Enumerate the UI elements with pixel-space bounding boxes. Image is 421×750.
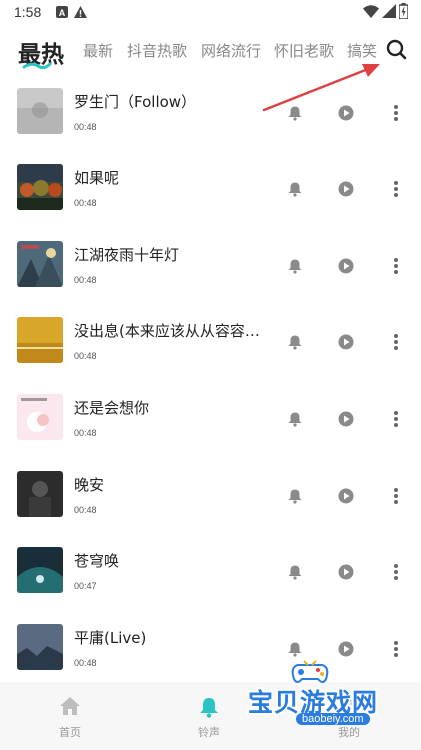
play-button[interactable] bbox=[335, 255, 357, 277]
more-options-icon bbox=[394, 564, 398, 580]
play-button[interactable] bbox=[335, 485, 357, 507]
app-notification-icon: A bbox=[56, 6, 68, 18]
status-bar: 1:58 A bbox=[0, 0, 421, 26]
album-cover bbox=[17, 317, 63, 363]
song-duration: 00:48 bbox=[74, 275, 97, 285]
song-title: 苍穹唤 bbox=[74, 552, 120, 570]
song-title: 平庸(Live) bbox=[74, 629, 147, 647]
song-title: 如果呢 bbox=[74, 169, 120, 187]
song-duration: 00:48 bbox=[74, 658, 97, 668]
song-duration: 00:48 bbox=[74, 428, 97, 438]
search-button[interactable] bbox=[383, 36, 411, 64]
play-icon bbox=[338, 411, 354, 427]
play-icon bbox=[338, 488, 354, 504]
play-icon bbox=[338, 258, 354, 274]
nav-home[interactable]: 首页 bbox=[25, 682, 115, 750]
play-icon bbox=[338, 334, 354, 350]
more-options-icon bbox=[394, 411, 398, 427]
warning-icon bbox=[74, 6, 87, 18]
song-duration: 00:48 bbox=[74, 122, 97, 132]
set-ringtone-button[interactable] bbox=[284, 178, 306, 200]
song-title: 江湖夜雨十年灯 bbox=[74, 246, 180, 264]
more-options-button[interactable] bbox=[385, 485, 407, 507]
more-options-button[interactable] bbox=[385, 255, 407, 277]
song-row[interactable]: 江湖夜雨十年灯 00:48 bbox=[0, 233, 421, 309]
tab-funny[interactable]: 搞笑 bbox=[347, 40, 377, 61]
set-ringtone-bell-icon bbox=[288, 565, 302, 580]
song-title: 还是会想你 bbox=[74, 399, 150, 417]
nav-home-label: 首页 bbox=[59, 726, 81, 739]
play-button[interactable] bbox=[335, 102, 357, 124]
song-duration: 00:47 bbox=[74, 581, 97, 591]
set-ringtone-bell-icon bbox=[288, 106, 302, 121]
more-options-icon bbox=[394, 334, 398, 350]
more-options-icon bbox=[394, 181, 398, 197]
more-options-icon bbox=[394, 105, 398, 121]
song-row[interactable]: 苍穹唤 00:47 bbox=[0, 539, 421, 615]
set-ringtone-button[interactable] bbox=[284, 561, 306, 583]
song-title: 晚安 bbox=[74, 476, 105, 494]
more-options-button[interactable] bbox=[385, 178, 407, 200]
song-row[interactable]: 还是会想你 00:48 bbox=[0, 386, 421, 462]
song-title: 没出息(本来应该从从容容… bbox=[74, 322, 260, 340]
more-options-icon bbox=[394, 488, 398, 504]
more-options-button[interactable] bbox=[385, 331, 407, 353]
tab-newest[interactable]: 最新 bbox=[83, 40, 113, 61]
album-cover bbox=[17, 394, 63, 440]
set-ringtone-button[interactable] bbox=[284, 255, 306, 277]
play-icon bbox=[338, 105, 354, 121]
album-cover bbox=[17, 164, 63, 210]
set-ringtone-bell-icon bbox=[288, 412, 302, 427]
tab-internet-popular[interactable]: 网络流行 bbox=[201, 40, 261, 61]
svg-text:A: A bbox=[59, 8, 66, 18]
song-duration: 00:48 bbox=[74, 505, 97, 515]
set-ringtone-button[interactable] bbox=[284, 331, 306, 353]
set-ringtone-button[interactable] bbox=[284, 485, 306, 507]
song-duration: 00:48 bbox=[74, 198, 97, 208]
more-options-icon bbox=[394, 258, 398, 274]
set-ringtone-bell-icon bbox=[288, 259, 302, 274]
nav-ringtones-label: 铃声 bbox=[198, 726, 220, 739]
category-tabs: 最热 最新 抖音热歌 网络流行 怀旧老歌 搞笑 bbox=[0, 26, 421, 74]
album-cover bbox=[17, 88, 63, 134]
home-icon bbox=[60, 697, 80, 715]
play-button[interactable] bbox=[335, 178, 357, 200]
status-time: 1:58 bbox=[14, 4, 42, 20]
song-duration: 00:48 bbox=[74, 351, 97, 361]
play-icon bbox=[338, 181, 354, 197]
battery-icon bbox=[399, 3, 408, 19]
set-ringtone-bell-icon bbox=[288, 182, 302, 197]
tab-douyin-hits[interactable]: 抖音热歌 bbox=[127, 40, 187, 61]
more-options-button[interactable] bbox=[385, 408, 407, 430]
more-options-button[interactable] bbox=[385, 561, 407, 583]
album-cover bbox=[17, 241, 63, 287]
play-icon bbox=[338, 564, 354, 580]
watermark: 宝贝游戏网 baobeiy.com bbox=[248, 655, 398, 735]
song-title: 罗生门（Follow） bbox=[74, 93, 197, 111]
nav-ringtones[interactable]: 铃声 bbox=[164, 682, 254, 750]
bell-icon bbox=[200, 698, 218, 718]
play-button[interactable] bbox=[335, 408, 357, 430]
song-row[interactable]: 罗生门（Follow） 00:48 bbox=[0, 80, 421, 156]
album-cover bbox=[17, 471, 63, 517]
set-ringtone-bell-icon bbox=[288, 489, 302, 504]
song-row[interactable]: 没出息(本来应该从从容容… 00:48 bbox=[0, 309, 421, 385]
play-button[interactable] bbox=[335, 561, 357, 583]
signal-icon bbox=[382, 4, 396, 18]
watermark-url: baobeiy.com bbox=[296, 713, 370, 725]
active-tab-indicator bbox=[22, 62, 52, 70]
search-icon bbox=[386, 39, 407, 60]
set-ringtone-button[interactable] bbox=[284, 102, 306, 124]
set-ringtone-button[interactable] bbox=[284, 408, 306, 430]
album-cover bbox=[17, 624, 63, 670]
set-ringtone-bell-icon bbox=[288, 335, 302, 350]
play-button[interactable] bbox=[335, 331, 357, 353]
more-options-button[interactable] bbox=[385, 102, 407, 124]
song-row[interactable]: 晚安 00:48 bbox=[0, 463, 421, 539]
wifi-icon bbox=[363, 5, 379, 18]
album-cover bbox=[17, 547, 63, 593]
song-row[interactable]: 如果呢 00:48 bbox=[0, 156, 421, 232]
tab-oldies[interactable]: 怀旧老歌 bbox=[274, 40, 334, 61]
